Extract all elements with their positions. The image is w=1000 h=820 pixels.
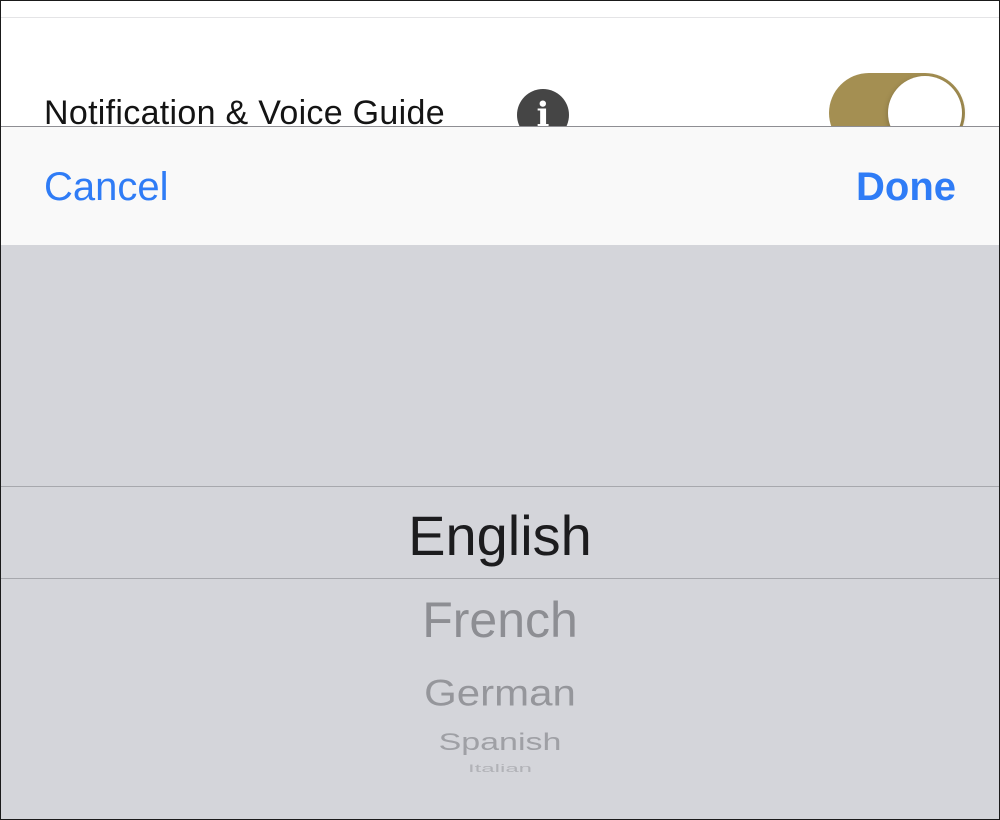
picker-option-selected[interactable]: English <box>1 503 999 568</box>
selection-indicator-top <box>1 486 999 487</box>
divider <box>1 17 999 18</box>
language-picker-wheel[interactable]: English French German Spanish Italian <box>1 245 999 819</box>
picker-option[interactable]: Spanish <box>1 729 999 756</box>
settings-row: Notification & Voice Guide i <box>1 9 999 153</box>
picker-option[interactable]: Italian <box>1 763 999 776</box>
done-button[interactable]: Done <box>856 165 956 210</box>
picker-option[interactable]: German <box>1 672 999 714</box>
picker-option[interactable]: French <box>1 591 999 649</box>
selection-indicator-bottom <box>1 578 999 579</box>
screen: Notification & Voice Guide i Cancel Done… <box>0 0 1000 820</box>
picker-toolbar: Cancel Done <box>1 126 999 245</box>
cancel-button[interactable]: Cancel <box>44 165 169 210</box>
